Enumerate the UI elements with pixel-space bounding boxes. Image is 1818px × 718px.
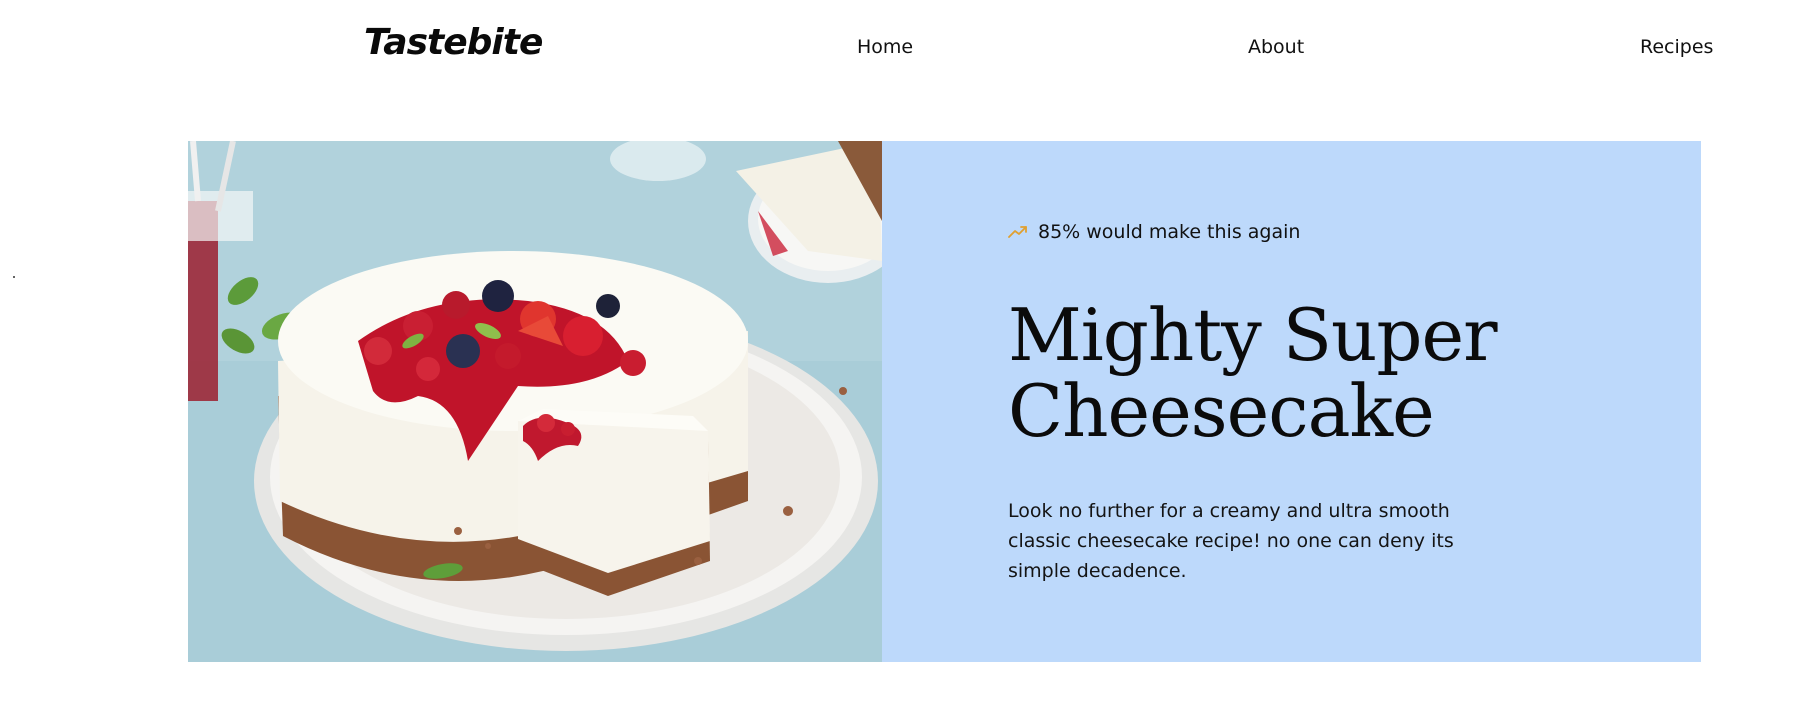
hero-section: 85% would make this again Mighty Super C… xyxy=(188,141,1701,662)
cheesecake-with-berries-photo xyxy=(188,141,882,662)
hero-image[interactable] xyxy=(188,141,882,662)
stray-dot xyxy=(13,276,15,278)
rating-stat-text: 85% would make this again xyxy=(1038,221,1301,243)
nav-link-home[interactable]: Home xyxy=(857,36,913,58)
nav-link-recipes[interactable]: Recipes xyxy=(1640,36,1713,58)
nav-link-about[interactable]: About xyxy=(1248,36,1304,58)
recipe-description: Look no further for a creamy and ultra s… xyxy=(1008,500,1454,582)
recipe-title[interactable]: Mighty Super Cheesecake xyxy=(1008,297,1528,449)
brand-logo[interactable]: Tastebite xyxy=(364,22,543,63)
hero-content-panel: 85% would make this again Mighty Super C… xyxy=(882,141,1701,662)
page: Tastebite Home About Recipes 85% would m… xyxy=(0,0,1818,718)
trending-up-icon xyxy=(1008,226,1027,238)
rating-stat: 85% would make this again xyxy=(1008,221,1300,243)
